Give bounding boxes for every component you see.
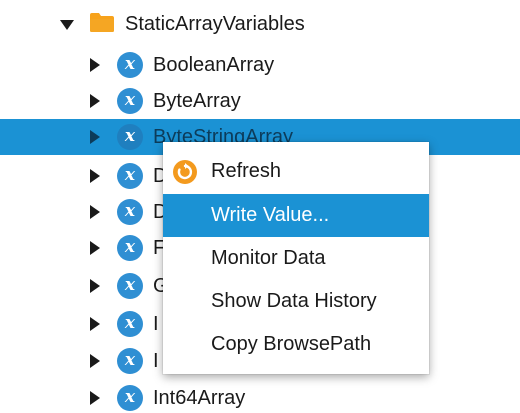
- tree-node-int64-array[interactable]: x Int64Array: [0, 380, 520, 413]
- menu-item-label: Monitor Data: [211, 247, 326, 269]
- expand-arrow-icon[interactable]: [90, 317, 100, 331]
- address-space-tree: StaticArrayVariables x BooleanArray x By…: [0, 0, 520, 413]
- expand-arrow-icon[interactable]: [90, 205, 100, 219]
- menu-item-label: Refresh: [211, 160, 282, 182]
- variable-icon: x: [117, 52, 143, 78]
- variable-icon: x: [117, 88, 143, 114]
- menu-item-label: Write Value...: [211, 204, 330, 226]
- menu-item-refresh[interactable]: Refresh: [163, 150, 429, 193]
- menu-item-label: Copy BrowsePath: [211, 333, 372, 355]
- tree-node-label: BooleanArray: [153, 53, 275, 76]
- menu-item-label: Show Data History: [211, 290, 377, 312]
- expand-arrow-icon[interactable]: [60, 20, 74, 30]
- tree-node-label: StaticArrayVariables: [125, 12, 305, 35]
- expand-arrow-icon[interactable]: [90, 241, 100, 255]
- variable-icon: x: [117, 163, 143, 189]
- folder-icon: [90, 13, 114, 32]
- expand-arrow-icon[interactable]: [90, 169, 100, 183]
- menu-item-copy-browsepath[interactable]: Copy BrowsePath: [163, 323, 429, 366]
- menu-item-monitor-data[interactable]: Monitor Data: [163, 237, 429, 280]
- tree-node-label: ByteArray: [153, 89, 241, 112]
- tree-node-static-array-variables[interactable]: StaticArrayVariables: [0, 6, 520, 42]
- expand-arrow-icon[interactable]: [90, 58, 100, 72]
- menu-item-show-data-history[interactable]: Show Data History: [163, 280, 429, 323]
- tree-node-label: Int64Array: [153, 386, 246, 409]
- expand-arrow-icon[interactable]: [90, 279, 100, 293]
- tree-node-byte-array[interactable]: x ByteArray: [0, 83, 520, 119]
- expand-arrow-icon[interactable]: [90, 130, 100, 144]
- variable-icon: x: [117, 311, 143, 337]
- variable-icon: x: [117, 199, 143, 225]
- tree-node-label: I: [153, 349, 159, 372]
- expand-arrow-icon[interactable]: [90, 391, 100, 405]
- variable-icon: x: [117, 124, 143, 150]
- refresh-icon: [173, 159, 197, 184]
- variable-icon: x: [117, 348, 143, 374]
- variable-icon: x: [117, 235, 143, 261]
- tree-node-boolean-array[interactable]: x BooleanArray: [0, 47, 520, 83]
- context-menu: Refresh Write Value... Monitor Data Show…: [163, 142, 429, 374]
- expand-arrow-icon[interactable]: [90, 94, 100, 108]
- menu-item-write-value[interactable]: Write Value...: [163, 194, 429, 237]
- variable-icon: x: [117, 273, 143, 299]
- expand-arrow-icon[interactable]: [90, 354, 100, 368]
- variable-icon: x: [117, 385, 143, 411]
- tree-node-label: I: [153, 312, 159, 335]
